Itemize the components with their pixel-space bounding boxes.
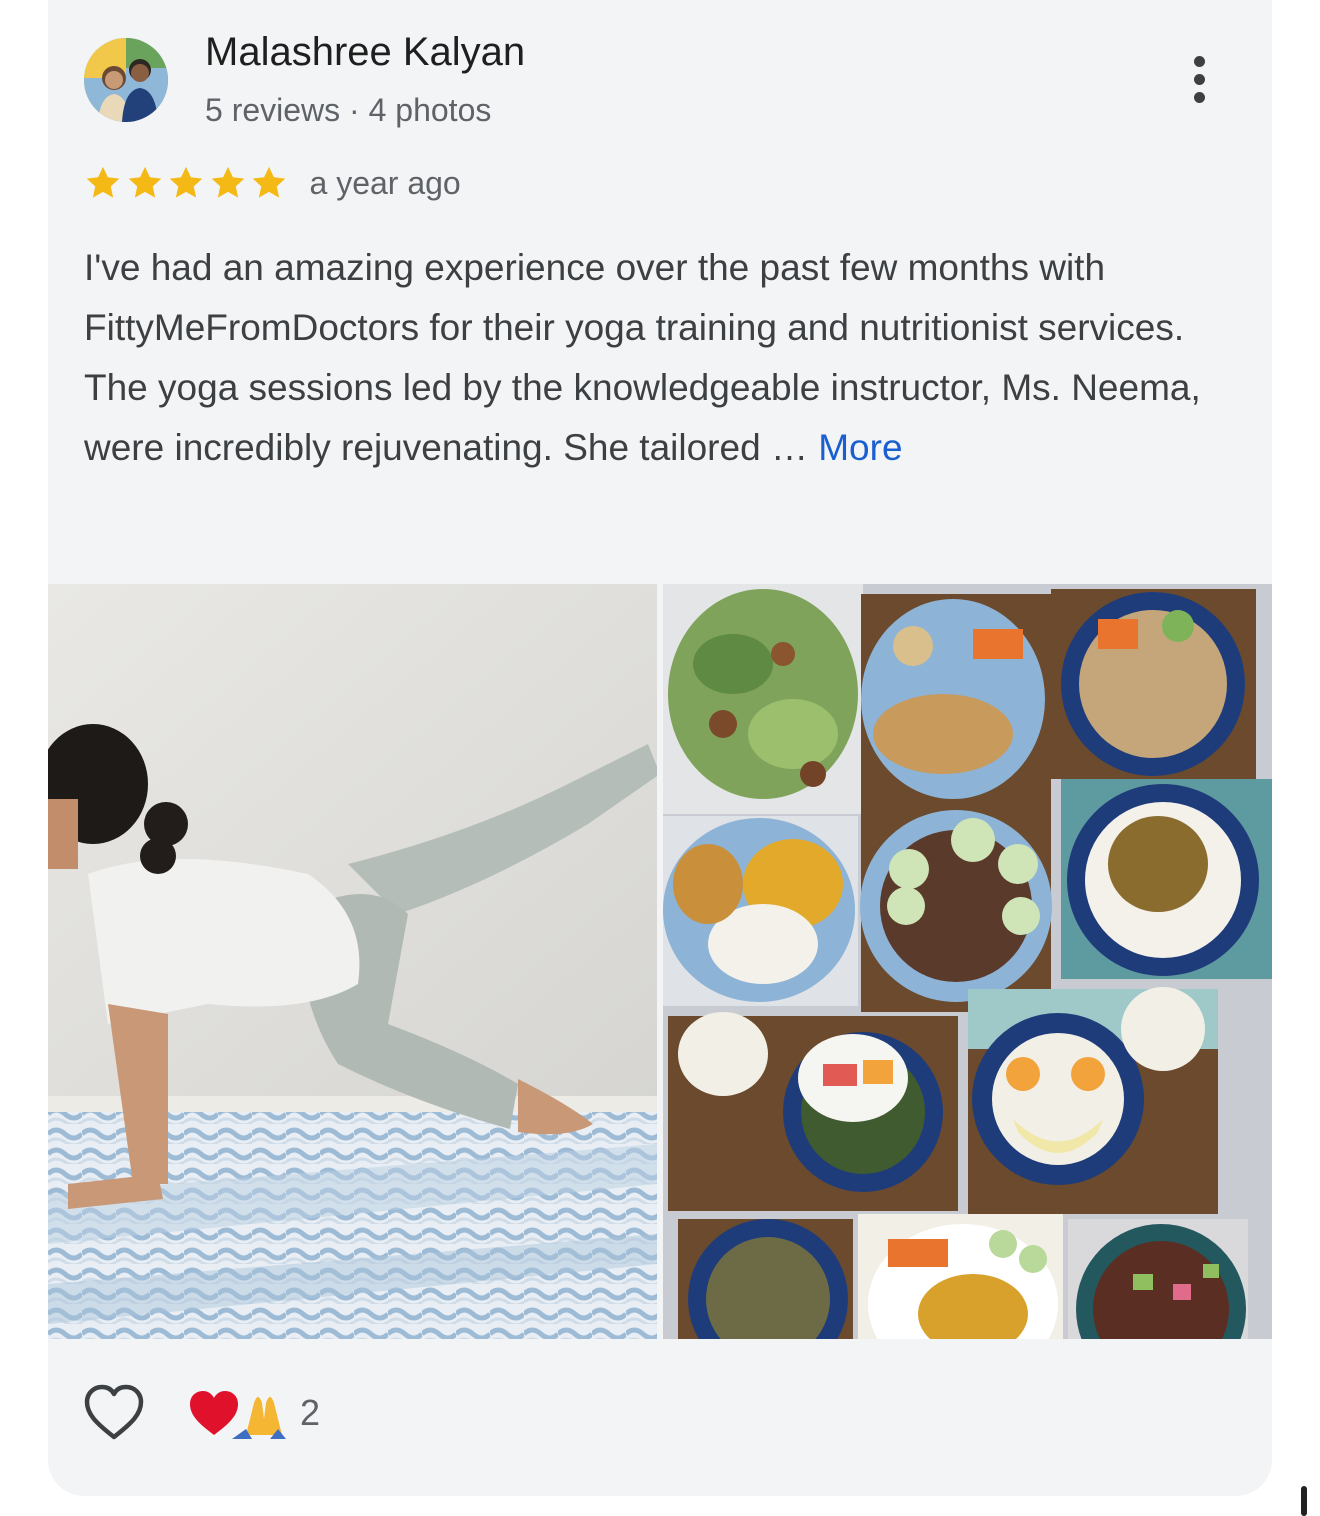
star-icon (169, 166, 203, 198)
star-rating (84, 164, 292, 202)
review-text: I've had an amazing experience over the … (84, 247, 1201, 468)
review-card: Malashree Kalyan 5 reviews · 4 photos a … (48, 0, 1272, 1496)
menu-dot (1194, 74, 1205, 85)
reactions-summary[interactable]: 2 (188, 1382, 320, 1444)
review-photo-meals[interactable] (663, 584, 1272, 1339)
more-link[interactable]: More (818, 427, 902, 468)
scrollbar[interactable] (1301, 1486, 1307, 1516)
menu-dot (1194, 92, 1205, 103)
star-icon (128, 166, 161, 198)
review-body: I've had an amazing experience over the … (84, 238, 1224, 478)
author-avatar[interactable] (84, 38, 168, 122)
star-icon (86, 166, 120, 198)
author-meta: 5 reviews · 4 photos (205, 92, 492, 128)
menu-dot (1194, 56, 1205, 67)
reaction-count: 2 (300, 1392, 321, 1433)
like-heart-icon[interactable] (82, 1382, 146, 1444)
reaction-emojis-icon (190, 1391, 286, 1439)
review-time: a year ago (309, 164, 461, 201)
star-icon (211, 166, 244, 198)
rating-row: a year ago (84, 162, 461, 204)
author-name[interactable]: Malashree Kalyan (205, 30, 525, 75)
star-icon (252, 166, 286, 198)
review-photo-yoga[interactable] (48, 584, 657, 1339)
more-options-icon[interactable] (1178, 52, 1222, 108)
